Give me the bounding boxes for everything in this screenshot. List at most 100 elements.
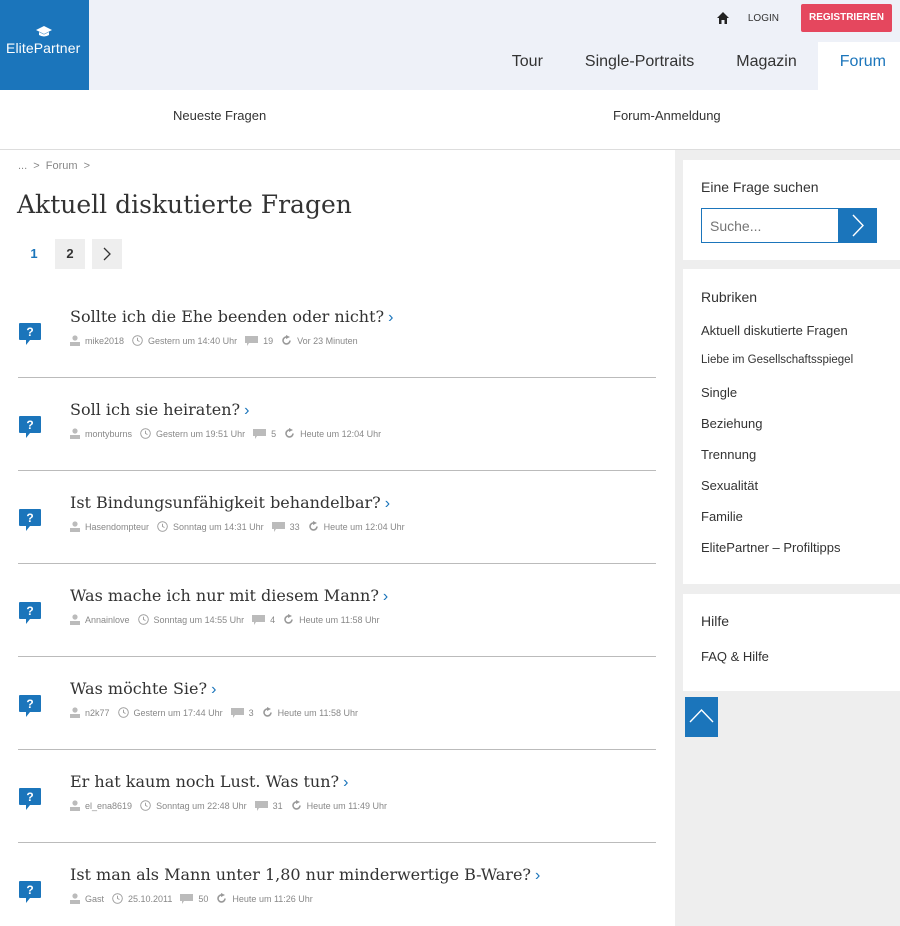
chevron-right-icon: › xyxy=(244,402,250,419)
question-item: ? Soll ich sie heiraten? › montyburns Ges… xyxy=(18,378,656,471)
search-input[interactable] xyxy=(701,208,839,243)
breadcrumb-ellipsis[interactable]: ... xyxy=(18,160,27,172)
question-created: Sonntag um 22:48 Uhr xyxy=(156,800,247,811)
question-reply-count: 5 xyxy=(271,428,277,439)
svg-text:?: ? xyxy=(26,325,33,339)
question-title-link[interactable]: Er hat kaum noch Lust. Was tun? › xyxy=(70,772,348,792)
question-created: Sonntag um 14:55 Uhr xyxy=(153,614,245,625)
next-page-button[interactable] xyxy=(92,239,122,269)
question-author[interactable]: Gast xyxy=(85,894,104,904)
category-link[interactable]: Beziehung xyxy=(701,416,853,447)
question-author[interactable]: n2k77 xyxy=(85,708,110,718)
question-list: ? Sollte ich die Ehe beenden oder nicht?… xyxy=(18,285,656,926)
question-item: ? Sollte ich die Ehe beenden oder nicht?… xyxy=(18,285,656,378)
category-link[interactable]: Sexualität xyxy=(701,478,853,509)
question-author[interactable]: el_ena8619 xyxy=(85,801,132,811)
subnav-forum-signup[interactable]: Forum-Anmeldung xyxy=(613,108,721,123)
category-link[interactable]: Familie xyxy=(701,509,853,540)
question-title-link[interactable]: Ist man als Mann unter 1,80 nur minderwe… xyxy=(70,865,540,885)
clock-icon xyxy=(137,614,149,625)
home-icon[interactable] xyxy=(716,11,730,25)
site-header: ElitePartner LOGIN REGISTRIEREN Tour Sin… xyxy=(0,0,900,90)
svg-text:?: ? xyxy=(26,604,33,618)
question-created: Sonntag um 14:31 Uhr xyxy=(173,521,264,532)
svg-text:?: ? xyxy=(26,790,33,804)
question-last-activity: Heute um 11:58 Uhr xyxy=(277,707,358,718)
question-author[interactable]: mike2018 xyxy=(85,336,124,346)
clock-icon xyxy=(157,521,168,532)
categories-list: Aktuell diskutierte Fragen Liebe im Gese… xyxy=(701,323,853,571)
nav-item-tour[interactable]: Tour xyxy=(491,42,564,90)
chevron-right-icon: › xyxy=(343,774,349,791)
register-button[interactable]: REGISTRIEREN xyxy=(800,4,892,32)
graduation-cap-icon xyxy=(36,26,52,37)
question-last-activity: Heute um 12:04 Uhr xyxy=(300,428,382,439)
breadcrumb-separator: > xyxy=(83,160,91,172)
chevron-right-icon: › xyxy=(388,309,394,326)
page-1-link[interactable]: 1 xyxy=(19,239,49,269)
question-title-link[interactable]: Soll ich sie heiraten? › xyxy=(70,400,249,420)
refresh-icon xyxy=(284,614,293,624)
user-icon xyxy=(70,335,80,346)
question-meta: montyburns Gestern um 19:51 Uhr 5 Heute … xyxy=(70,428,389,439)
question-created: Gestern um 19:51 Uhr xyxy=(156,428,246,439)
chevron-up-icon xyxy=(689,708,714,723)
user-icon xyxy=(70,707,80,718)
category-link[interactable]: Liebe im Gesellschaftsspiegel xyxy=(701,354,853,385)
question-author[interactable]: Annainlove xyxy=(85,615,130,625)
breadcrumb-forum[interactable]: Forum xyxy=(46,160,78,172)
category-link[interactable]: ElitePartner – Profiltipps xyxy=(701,540,853,571)
elitepartner-logo[interactable]: ElitePartner xyxy=(0,0,89,90)
question-title: Was mache ich nur mit diesem Mann? xyxy=(70,586,379,605)
question-reply-count: 3 xyxy=(248,707,254,718)
main-nav: Tour Single-Portraits Magazin Forum xyxy=(491,42,900,90)
question-item: ? Was mache ich nur mit diesem Mann? › An… xyxy=(18,564,656,657)
question-title-link[interactable]: Was möchte Sie? › xyxy=(70,679,216,699)
search-panel: Eine Frage suchen xyxy=(683,160,900,260)
question-title: Ist man als Mann unter 1,80 nur minderwe… xyxy=(70,865,531,884)
question-title-link[interactable]: Was mache ich nur mit diesem Mann? › xyxy=(70,586,388,606)
nav-item-single-portraits[interactable]: Single-Portraits xyxy=(564,42,715,90)
question-last-activity: Vor 23 Minuten xyxy=(297,335,358,346)
page-2-link[interactable]: 2 xyxy=(55,239,85,269)
question-bubble-icon: ? xyxy=(19,323,41,345)
question-title-link[interactable]: Sollte ich die Ehe beenden oder nicht? › xyxy=(70,307,393,327)
question-item: ? Ist Bindungsunfähigkeit behandelbar? › … xyxy=(18,471,656,564)
svg-text:?: ? xyxy=(26,883,33,897)
question-title-link[interactable]: Ist Bindungsunfähigkeit behandelbar? › xyxy=(70,493,390,513)
question-reply-count: 31 xyxy=(272,800,283,811)
question-reply-count: 19 xyxy=(263,335,274,346)
nav-item-forum[interactable]: Forum xyxy=(817,42,900,90)
login-link[interactable]: LOGIN xyxy=(748,13,779,24)
question-reply-count: 4 xyxy=(270,614,276,625)
category-link[interactable]: Single xyxy=(701,385,853,416)
comment-icon xyxy=(230,707,244,718)
clock-icon xyxy=(117,707,129,718)
user-icon xyxy=(70,800,80,811)
pagination: 1 2 xyxy=(19,239,129,269)
question-created: 25.10.2011 xyxy=(128,893,173,904)
clock-icon xyxy=(132,335,143,346)
page-title: Aktuell diskutierte Fragen xyxy=(17,190,352,219)
question-author[interactable]: montyburns xyxy=(85,429,132,439)
refresh-icon xyxy=(217,893,227,903)
question-bubble-icon: ? xyxy=(19,695,41,717)
question-title: Sollte ich die Ehe beenden oder nicht? xyxy=(70,307,385,326)
user-icon xyxy=(70,893,80,904)
category-link[interactable]: Trennung xyxy=(701,447,853,478)
question-item: ? Ist man als Mann unter 1,80 nur minder… xyxy=(18,843,656,926)
help-panel: Hilfe FAQ & Hilfe xyxy=(683,594,900,691)
subnav-newest-questions[interactable]: Neueste Fragen xyxy=(173,108,266,123)
scroll-to-top-button[interactable] xyxy=(685,697,718,737)
search-button[interactable] xyxy=(838,208,877,243)
category-link[interactable]: Aktuell diskutierte Fragen xyxy=(701,323,853,354)
question-bubble-icon: ? xyxy=(19,881,41,903)
question-meta: Hasendompteur Sonntag um 14:31 Uhr 33 He… xyxy=(70,521,413,532)
chevron-right-icon: › xyxy=(382,588,389,605)
clock-icon xyxy=(112,893,123,904)
chevron-right-icon: › xyxy=(384,495,391,512)
question-author[interactable]: Hasendompteur xyxy=(85,522,149,532)
nav-item-magazin[interactable]: Magazin xyxy=(715,42,817,90)
comment-icon xyxy=(254,800,268,811)
faq-link[interactable]: FAQ & Hilfe xyxy=(701,649,769,664)
